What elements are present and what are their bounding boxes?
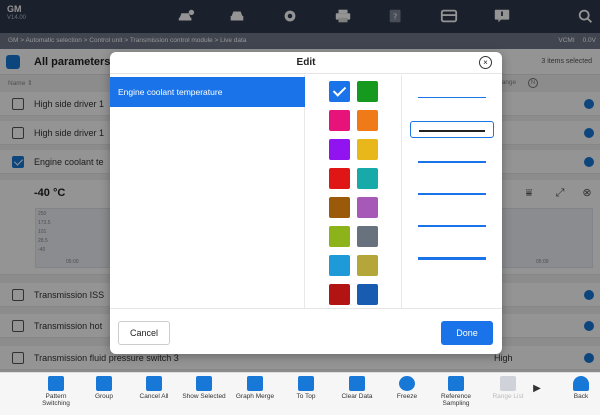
- parameter-item-selected[interactable]: Engine coolant temperature: [110, 77, 305, 107]
- clear-data-button[interactable]: Clear Data: [335, 376, 379, 400]
- cancel-all-icon: [146, 376, 162, 391]
- edit-dialog: Edit × Engine coolant temperature Cancel…: [110, 52, 502, 354]
- tool-label: Clear Data: [341, 393, 373, 400]
- dialog-title: Edit: [110, 52, 502, 74]
- show-selected-icon: [196, 376, 212, 391]
- range-list-button[interactable]: Range List: [486, 376, 530, 400]
- show-selected-button[interactable]: Show Selected: [182, 376, 226, 400]
- color-swatch[interactable]: [329, 226, 350, 247]
- tool-label: Back: [573, 393, 589, 400]
- pattern-switching-button[interactable]: Pattern Switching: [34, 376, 78, 407]
- color-swatch[interactable]: [357, 226, 378, 247]
- tool-label: Cancel All: [139, 393, 169, 400]
- line-style-option[interactable]: [410, 249, 494, 266]
- color-swatch[interactable]: [329, 197, 350, 218]
- tool-label: To Top: [296, 393, 316, 400]
- line-style-option[interactable]: [410, 185, 494, 202]
- back-arrow-icon: [573, 376, 589, 391]
- tool-label: Group: [94, 393, 114, 400]
- freeze-button[interactable]: Freeze: [385, 376, 429, 400]
- cancel-all-button[interactable]: Cancel All: [132, 376, 176, 400]
- group-icon: [96, 376, 112, 391]
- color-swatch[interactable]: [329, 81, 350, 102]
- bottom-toolbar: Pattern Switching Group Cancel All Show …: [0, 372, 600, 415]
- color-swatch[interactable]: [357, 168, 378, 189]
- line-sample: [418, 193, 486, 195]
- parameter-list: Engine coolant temperature: [110, 75, 305, 308]
- reference-sampling-button[interactable]: Reference Sampling: [434, 376, 478, 407]
- tool-label: Reference Sampling: [441, 393, 471, 407]
- tool-label: Pattern Switching: [42, 393, 70, 407]
- tool-label: Graph Merge: [235, 393, 275, 400]
- range-list-icon: [500, 376, 516, 391]
- pattern-switching-icon: [48, 376, 64, 391]
- color-swatch[interactable]: [357, 255, 378, 276]
- color-swatch[interactable]: [329, 110, 350, 131]
- color-swatch[interactable]: [329, 284, 350, 305]
- dialog-footer: Cancel Done: [110, 308, 502, 354]
- line-sample: [418, 257, 486, 260]
- line-style-option[interactable]: [410, 153, 494, 170]
- to-top-icon: [298, 376, 314, 391]
- freeze-icon: [399, 376, 415, 391]
- tool-label: Show Selected: [182, 393, 226, 400]
- line-style-option[interactable]: [410, 121, 494, 138]
- close-icon[interactable]: ×: [479, 56, 492, 69]
- done-button[interactable]: Done: [441, 321, 493, 345]
- color-swatch[interactable]: [329, 139, 350, 160]
- color-swatch[interactable]: [357, 284, 378, 305]
- line-sample: [418, 225, 486, 227]
- line-sample: [418, 161, 486, 163]
- color-swatch[interactable]: [357, 110, 378, 131]
- group-button[interactable]: Group: [82, 376, 126, 400]
- color-swatch[interactable]: [329, 168, 350, 189]
- next-page-icon[interactable]: ▶: [528, 384, 546, 394]
- color-swatch[interactable]: [357, 81, 378, 102]
- color-palette: [306, 75, 402, 308]
- to-top-button[interactable]: To Top: [284, 376, 328, 400]
- tool-label: Freeze: [396, 393, 418, 400]
- line-style-option[interactable]: [410, 89, 494, 106]
- line-style-list: [403, 75, 502, 308]
- color-swatch[interactable]: [357, 197, 378, 218]
- line-style-option[interactable]: [410, 217, 494, 234]
- cancel-button[interactable]: Cancel: [118, 321, 170, 345]
- reference-sampling-icon: [448, 376, 464, 391]
- line-sample: [418, 97, 486, 98]
- tool-label: Range List: [492, 393, 524, 400]
- line-sample: [419, 130, 485, 132]
- color-swatch[interactable]: [357, 139, 378, 160]
- color-swatch[interactable]: [329, 255, 350, 276]
- trash-icon: [349, 376, 365, 391]
- graph-merge-button[interactable]: Graph Merge: [233, 376, 277, 400]
- back-button[interactable]: Back: [563, 376, 599, 400]
- graph-merge-icon: [247, 376, 263, 391]
